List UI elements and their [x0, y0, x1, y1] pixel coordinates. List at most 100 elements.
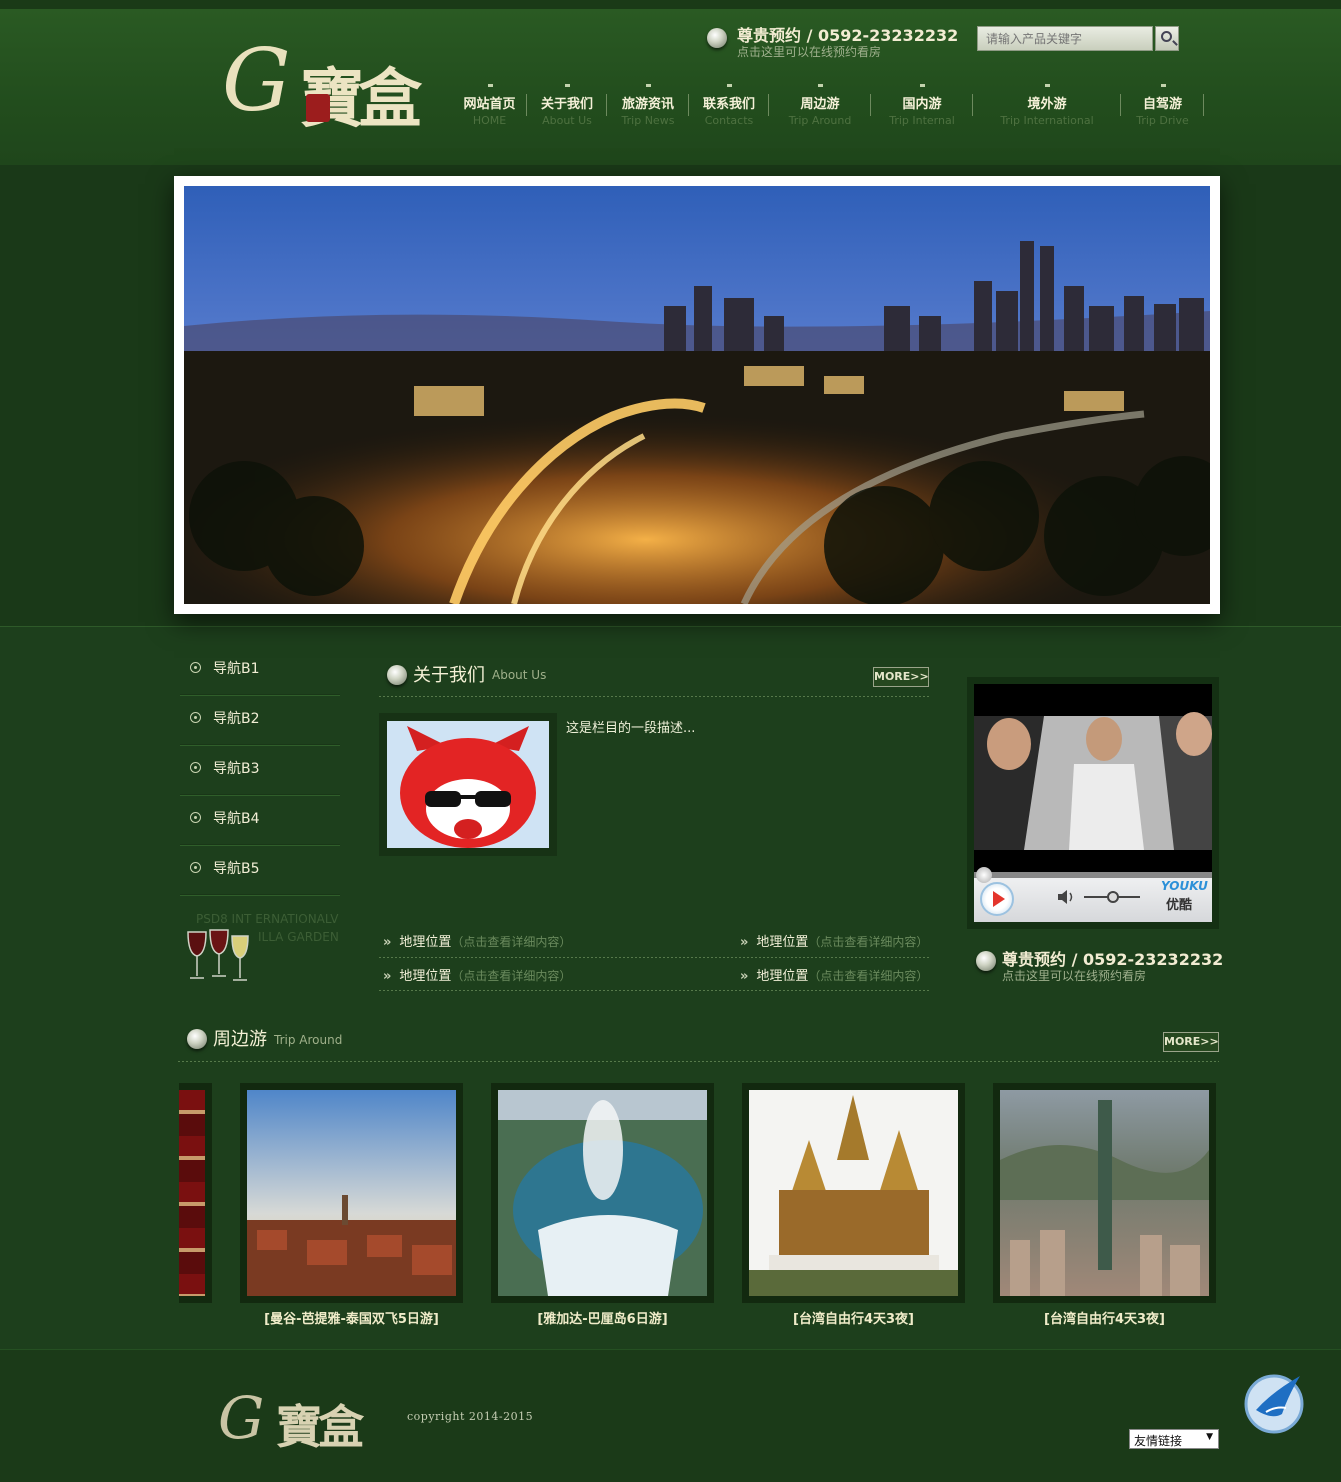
- side-nav-item-b3[interactable]: 导航B3: [180, 745, 340, 795]
- site-footer: [0, 1349, 1341, 1482]
- geo-label: 地理位置: [399, 969, 452, 984]
- trip-card[interactable]: [742, 1083, 965, 1303]
- trip-photo-town: [247, 1090, 456, 1296]
- play-icon: [993, 891, 1005, 907]
- geo-link[interactable]: » 地理位置（点击查看详细内容）: [383, 931, 571, 950]
- search-icon: [1161, 31, 1172, 42]
- logo-letter: G: [222, 31, 291, 131]
- nav-item-contacts[interactable]: 联系我们 Contacts: [689, 84, 769, 128]
- hero-banner[interactable]: [174, 176, 1220, 614]
- side-nav-label: 导航B2: [213, 711, 260, 727]
- wine-glasses-icon: [187, 929, 249, 981]
- site-header: [0, 0, 1341, 165]
- trip-card[interactable]: [240, 1083, 463, 1303]
- caret-down-icon: ▼: [1206, 1432, 1213, 1442]
- volume-icon[interactable]: [1056, 889, 1076, 905]
- trip-photo-waterfall: [498, 1090, 707, 1296]
- radio-dot-icon: [190, 862, 201, 873]
- geo-link[interactable]: » 地理位置（点击查看详细内容）: [740, 965, 928, 984]
- geo-sublabel: （点击查看详细内容）: [808, 969, 929, 983]
- nav-item-trip-around[interactable]: 周边游 Trip Around: [769, 84, 871, 128]
- trip-card[interactable]: [491, 1083, 714, 1303]
- trip-caption[interactable]: [雅加达-巴厘岛6日游]: [491, 1308, 714, 1327]
- search-button[interactable]: [1155, 26, 1179, 51]
- side-nav-item-b4[interactable]: 导航B4: [180, 795, 340, 845]
- about-more-button[interactable]: MORE>>: [873, 667, 929, 687]
- nav-sublabel: Trip News: [621, 114, 675, 127]
- search-input[interactable]: [977, 26, 1153, 51]
- play-button[interactable]: [980, 882, 1014, 916]
- city-night-photo: [184, 186, 1210, 604]
- nav-item-news[interactable]: 旅游资讯 Trip News: [607, 84, 689, 128]
- side-nav-item-b1[interactable]: 导航B1: [180, 645, 340, 695]
- nav-item-about[interactable]: 关于我们 About Us: [527, 84, 607, 128]
- site-logo[interactable]: G 寶盒: [222, 31, 437, 137]
- double-chevron-icon: »: [740, 935, 749, 950]
- divider: [379, 990, 929, 991]
- side-nav-label: 导航B3: [213, 761, 260, 777]
- nav-label: 周边游: [800, 97, 840, 112]
- nav-sublabel: About Us: [542, 114, 592, 127]
- nav-label: 联系我们: [702, 97, 755, 112]
- volume-handle[interactable]: [1107, 891, 1119, 903]
- nav-item-trip-drive[interactable]: 自驾游 Trip Drive: [1121, 84, 1204, 128]
- youku-logo-cn: 优酷: [1166, 898, 1193, 913]
- geo-label: 地理位置: [756, 935, 809, 950]
- video-frame: [974, 684, 1212, 872]
- header-phone-sub: 点击这里可以在线预约看房: [737, 45, 882, 59]
- nav-sublabel: Trip International: [1000, 114, 1094, 127]
- side-nav: 导航B1 导航B2 导航B3 导航B4 导航B5: [180, 645, 340, 895]
- divider: [379, 957, 929, 958]
- geo-link[interactable]: » 地理位置（点击查看详细内容）: [383, 965, 571, 984]
- trip-card[interactable]: [993, 1083, 1216, 1303]
- divider: [379, 696, 929, 697]
- nav-sublabel: Trip Internal: [889, 114, 955, 127]
- about-thumbnail[interactable]: [379, 713, 557, 856]
- video-player[interactable]: YOUKU 优酷: [967, 677, 1219, 929]
- progress-bar[interactable]: [974, 872, 1212, 878]
- trip-caption[interactable]: [台湾自由行4天3夜]: [993, 1308, 1216, 1327]
- trip-card-partial[interactable]: [179, 1083, 212, 1303]
- side-nav-label: 导航B1: [213, 661, 260, 677]
- video-screen[interactable]: [974, 684, 1212, 872]
- trip-caption[interactable]: [台湾自由行4天3夜]: [742, 1308, 965, 1327]
- trip-subtitle: Trip Around: [274, 1033, 343, 1047]
- nav-label: 境外游: [1027, 97, 1067, 112]
- trip-caption[interactable]: [曼谷-芭提雅-泰国双飞5日游]: [240, 1308, 463, 1327]
- bullet-icon: [187, 1029, 207, 1049]
- header-contact[interactable]: 尊贵预约 / 0592-23232232 点击这里可以在线预约看房: [707, 22, 967, 62]
- radio-dot-icon: [190, 812, 201, 823]
- double-chevron-icon: »: [383, 969, 392, 984]
- about-subtitle: About Us: [492, 668, 547, 682]
- geo-link[interactable]: » 地理位置（点击查看详细内容）: [740, 931, 928, 950]
- nav-sublabel: HOME: [472, 114, 507, 127]
- nav-item-trip-international[interactable]: 境外游 Trip International: [973, 84, 1121, 128]
- logo-seal-icon: [306, 94, 330, 122]
- about-description: 这是栏目的一段描述...: [566, 721, 696, 736]
- nav-label: 关于我们: [540, 97, 593, 112]
- nav-label: 自驾游: [1142, 97, 1182, 112]
- friend-links-select[interactable]: 友情链接 ▼: [1129, 1429, 1219, 1449]
- radio-dot-icon: [190, 662, 201, 673]
- trip-more-button[interactable]: MORE>>: [1163, 1032, 1219, 1052]
- side-nav-label: 导航B4: [213, 811, 260, 827]
- cartoon-fox-image: [387, 721, 549, 848]
- friend-links-label: 友情链接: [1134, 1434, 1183, 1448]
- bird-icon[interactable]: [1242, 1370, 1306, 1434]
- geo-sublabel: （点击查看详细内容）: [451, 969, 572, 983]
- bullet-icon: [387, 665, 407, 685]
- nav-item-trip-internal[interactable]: 国内游 Trip Internal: [871, 84, 973, 128]
- trip-title: 周边游: [213, 1029, 267, 1050]
- wine-promo[interactable]: PSD8 INT ERNATIONALV ILLA GARDEN: [186, 908, 342, 988]
- nav-sublabel: Contacts: [704, 114, 754, 127]
- footer-logo[interactable]: G 寶盒: [218, 1387, 378, 1457]
- side-nav-item-b5[interactable]: 导航B5: [180, 845, 340, 895]
- bullet-icon: [707, 28, 727, 48]
- side-nav-item-b2[interactable]: 导航B2: [180, 695, 340, 745]
- about-title: 关于我们: [413, 665, 485, 686]
- progress-handle[interactable]: [976, 867, 992, 883]
- nav-label: 国内游: [902, 97, 942, 112]
- side-contact[interactable]: 尊贵预约 / 0592-23232232 点击这里可以在线预约看房: [972, 946, 1223, 990]
- copyright-text: copyright 2014-2015: [407, 1410, 534, 1423]
- nav-item-home[interactable]: 网站首页 HOME: [452, 84, 527, 128]
